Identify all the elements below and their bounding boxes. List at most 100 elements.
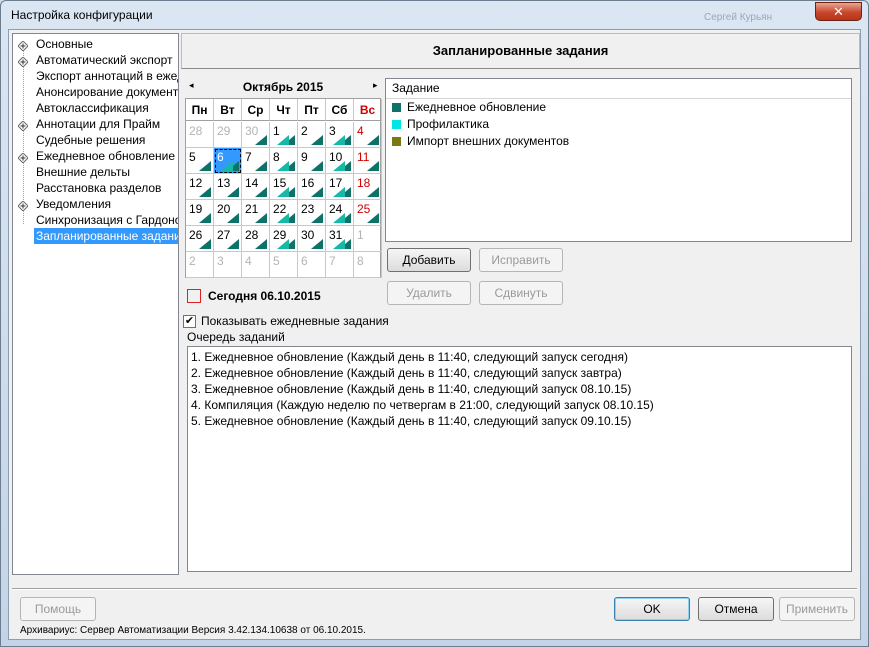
calendar-day[interactable]: 28	[186, 122, 214, 148]
day-number: 10	[329, 150, 343, 164]
calendar-day[interactable]: 8	[354, 252, 382, 278]
config-window: Настройка конфигурации Сергей Курьян ✕ О…	[0, 0, 869, 647]
calendar-day[interactable]: 1	[354, 226, 382, 252]
calendar-day[interactable]: 7	[326, 252, 354, 278]
calendar-day[interactable]: 2	[298, 122, 326, 148]
calendar-day[interactable]: 15	[270, 174, 298, 200]
queue-item[interactable]: 2. Ежедневное обновление (Каждый день в …	[191, 365, 848, 381]
calendar-day[interactable]: 22	[270, 200, 298, 226]
calendar-day[interactable]: 10	[326, 148, 354, 174]
expand-icon[interactable]	[17, 39, 29, 52]
calendar-day[interactable]: 1	[270, 122, 298, 148]
calendar-day[interactable]: 24	[326, 200, 354, 226]
calendar-day[interactable]: 28	[242, 226, 270, 252]
day-number: 20	[217, 202, 231, 216]
day-number: 5	[273, 254, 280, 268]
tree-item-label: Расстановка разделов	[36, 181, 162, 195]
calendar-day[interactable]: 19	[186, 200, 214, 226]
day-number: 29	[273, 228, 287, 242]
task-queue-list[interactable]: 1. Ежедневное обновление (Каждый день в …	[187, 346, 852, 572]
next-month-icon[interactable]: ▸	[373, 80, 378, 91]
day-number: 12	[189, 176, 203, 190]
title-bar[interactable]: Настройка конфигурации Сергей Курьян ✕	[1, 1, 868, 29]
calendar-day[interactable]: 30	[242, 122, 270, 148]
calendar-day[interactable]: 4	[242, 252, 270, 278]
calendar-day[interactable]: 3	[326, 122, 354, 148]
calendar-day[interactable]: 9	[298, 148, 326, 174]
task-column-header[interactable]: Задание	[386, 79, 851, 99]
move-button[interactable]: Сдвинуть	[479, 281, 563, 305]
weekday-header: Сб	[326, 99, 354, 121]
page-title: Запланированные задания	[181, 33, 860, 69]
calendar-day[interactable]: 12	[186, 174, 214, 200]
tree-item-label: Ежедневное обновление	[36, 149, 176, 163]
show-daily-checkbox[interactable]: ✔	[183, 315, 196, 328]
expand-icon[interactable]	[17, 55, 29, 68]
calendar-day[interactable]: 13	[214, 174, 242, 200]
calendar-day[interactable]: 21	[242, 200, 270, 226]
calendar-day[interactable]: 7	[242, 148, 270, 174]
calendar-day[interactable]: 16	[298, 174, 326, 200]
ok-button[interactable]: OK	[614, 597, 690, 621]
day-number: 3	[217, 254, 224, 268]
calendar-day[interactable]: 5	[270, 252, 298, 278]
calendar-day[interactable]: 20	[214, 200, 242, 226]
task-item[interactable]: Профилактика	[386, 116, 851, 133]
calendar-day[interactable]: 8	[270, 148, 298, 174]
calendar-day[interactable]: 6	[298, 252, 326, 278]
calendar-day[interactable]: 5	[186, 148, 214, 174]
weekday-header: Пт	[298, 99, 326, 121]
day-number: 2	[189, 254, 196, 268]
day-number: 4	[357, 124, 364, 138]
queue-item[interactable]: 1. Ежедневное обновление (Каждый день в …	[191, 349, 848, 365]
calendar-month: Октябрь 2015	[242, 80, 324, 94]
apply-button[interactable]: Применить	[779, 597, 855, 621]
queue-item[interactable]: 3. Ежедневное обновление (Каждый день в …	[191, 381, 848, 397]
delete-button[interactable]: Удалить	[387, 281, 471, 305]
calendar-day[interactable]: 3	[214, 252, 242, 278]
queue-item[interactable]: 4. Компиляция (Каждую неделю по четверга…	[191, 397, 848, 413]
tree-item-label: Уведомления	[36, 197, 112, 211]
calendar-day[interactable]: 27	[214, 226, 242, 252]
task-marker-icon	[311, 135, 323, 145]
task-list[interactable]: Задание Ежедневное обновление Профилактик…	[385, 78, 852, 242]
calendar-day[interactable]: 11	[354, 148, 382, 174]
task-item[interactable]: Импорт внешних документов	[386, 133, 851, 150]
task-marker-icon	[199, 161, 211, 171]
cancel-button[interactable]: Отмена	[698, 597, 774, 621]
task-item-label: Импорт внешних документов	[407, 134, 570, 148]
expand-icon[interactable]	[17, 119, 29, 132]
calendar-day[interactable]: 14	[242, 174, 270, 200]
calendar-day[interactable]: 18	[354, 174, 382, 200]
close-button[interactable]: ✕	[815, 2, 862, 21]
day-number: 28	[245, 228, 259, 242]
background-window-text: Сергей Курьян	[704, 12, 773, 23]
task-item[interactable]: Ежедневное обновление	[386, 99, 851, 116]
settings-tree[interactable]: Основные Автоматический экспорт Экспорт ан…	[12, 33, 179, 575]
calendar-day[interactable]: 29	[270, 226, 298, 252]
calendar-day[interactable]: 2	[186, 252, 214, 278]
calendar-day[interactable]: 6	[214, 148, 242, 174]
day-number: 19	[189, 202, 203, 216]
queue-label: Очередь заданий	[187, 330, 285, 344]
day-number: 8	[357, 254, 364, 268]
calendar-day[interactable]: 23	[298, 200, 326, 226]
weekday-header: Пн	[186, 99, 214, 121]
calendar-day[interactable]: 4	[354, 122, 382, 148]
day-number: 17	[329, 176, 343, 190]
help-button[interactable]: Помощь	[20, 597, 96, 621]
calendar-day[interactable]: 25	[354, 200, 382, 226]
queue-item[interactable]: 5. Ежедневное обновление (Каждый день в …	[191, 413, 848, 429]
today-marker-icon	[187, 289, 201, 303]
day-number: 16	[301, 176, 315, 190]
calendar-grid[interactable]: Пн Вт Ср Чт Пт Сб Вс 28 29 30 1 2 3 4 5 6 7 8 9 10 11 12 13 14 1…	[185, 98, 382, 278]
calendar-day[interactable]: 30	[298, 226, 326, 252]
calendar-day[interactable]: 31	[326, 226, 354, 252]
calendar-day[interactable]: 26	[186, 226, 214, 252]
expand-icon[interactable]	[17, 151, 29, 164]
expand-icon[interactable]	[17, 199, 29, 212]
calendar-day[interactable]: 29	[214, 122, 242, 148]
edit-button[interactable]: Исправить	[479, 248, 563, 272]
calendar-day[interactable]: 17	[326, 174, 354, 200]
add-button[interactable]: Добавить	[387, 248, 471, 272]
